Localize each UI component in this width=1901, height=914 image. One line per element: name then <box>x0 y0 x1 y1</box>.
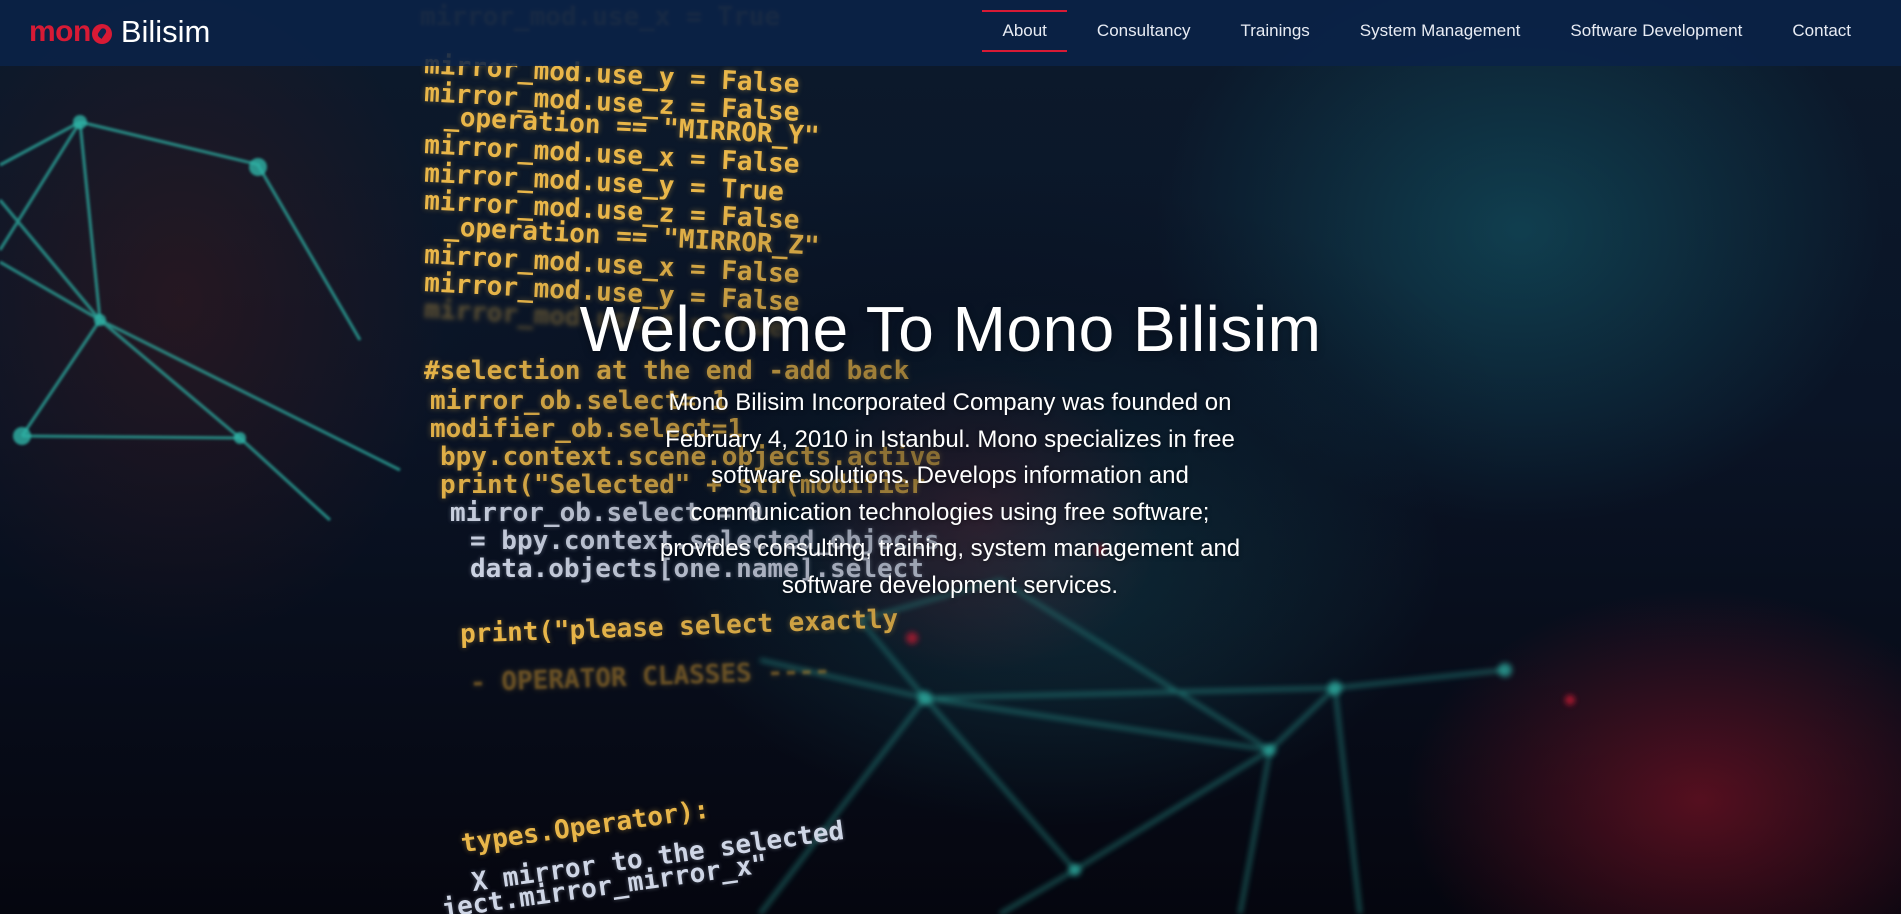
hero-description: Mono Bilisim Incorporated Company was fo… <box>659 389 1241 599</box>
hero-title: Welcome To Mono Bilisim <box>579 293 1322 365</box>
logo-word: Bilisim <box>120 14 211 49</box>
nav-item-system-management[interactable]: System Management <box>1340 10 1541 52</box>
nav-item-consultancy[interactable]: Consultancy <box>1077 10 1211 52</box>
nav-item-contact[interactable]: Contact <box>1772 10 1871 52</box>
nav-item-software-development[interactable]: Software Development <box>1550 10 1762 52</box>
nav-item-about[interactable]: About <box>982 10 1067 52</box>
main-nav: About Consultancy Trainings System Manag… <box>972 0 1871 62</box>
logo-mono-text: mon <box>29 15 112 49</box>
brand-logo[interactable]: mon Bilisim <box>29 12 210 52</box>
logo-mark-icon <box>91 24 112 44</box>
navbar: mon Bilisim About Consultancy Trainings … <box>0 0 1901 66</box>
nav-item-trainings[interactable]: Trainings <box>1220 10 1329 52</box>
